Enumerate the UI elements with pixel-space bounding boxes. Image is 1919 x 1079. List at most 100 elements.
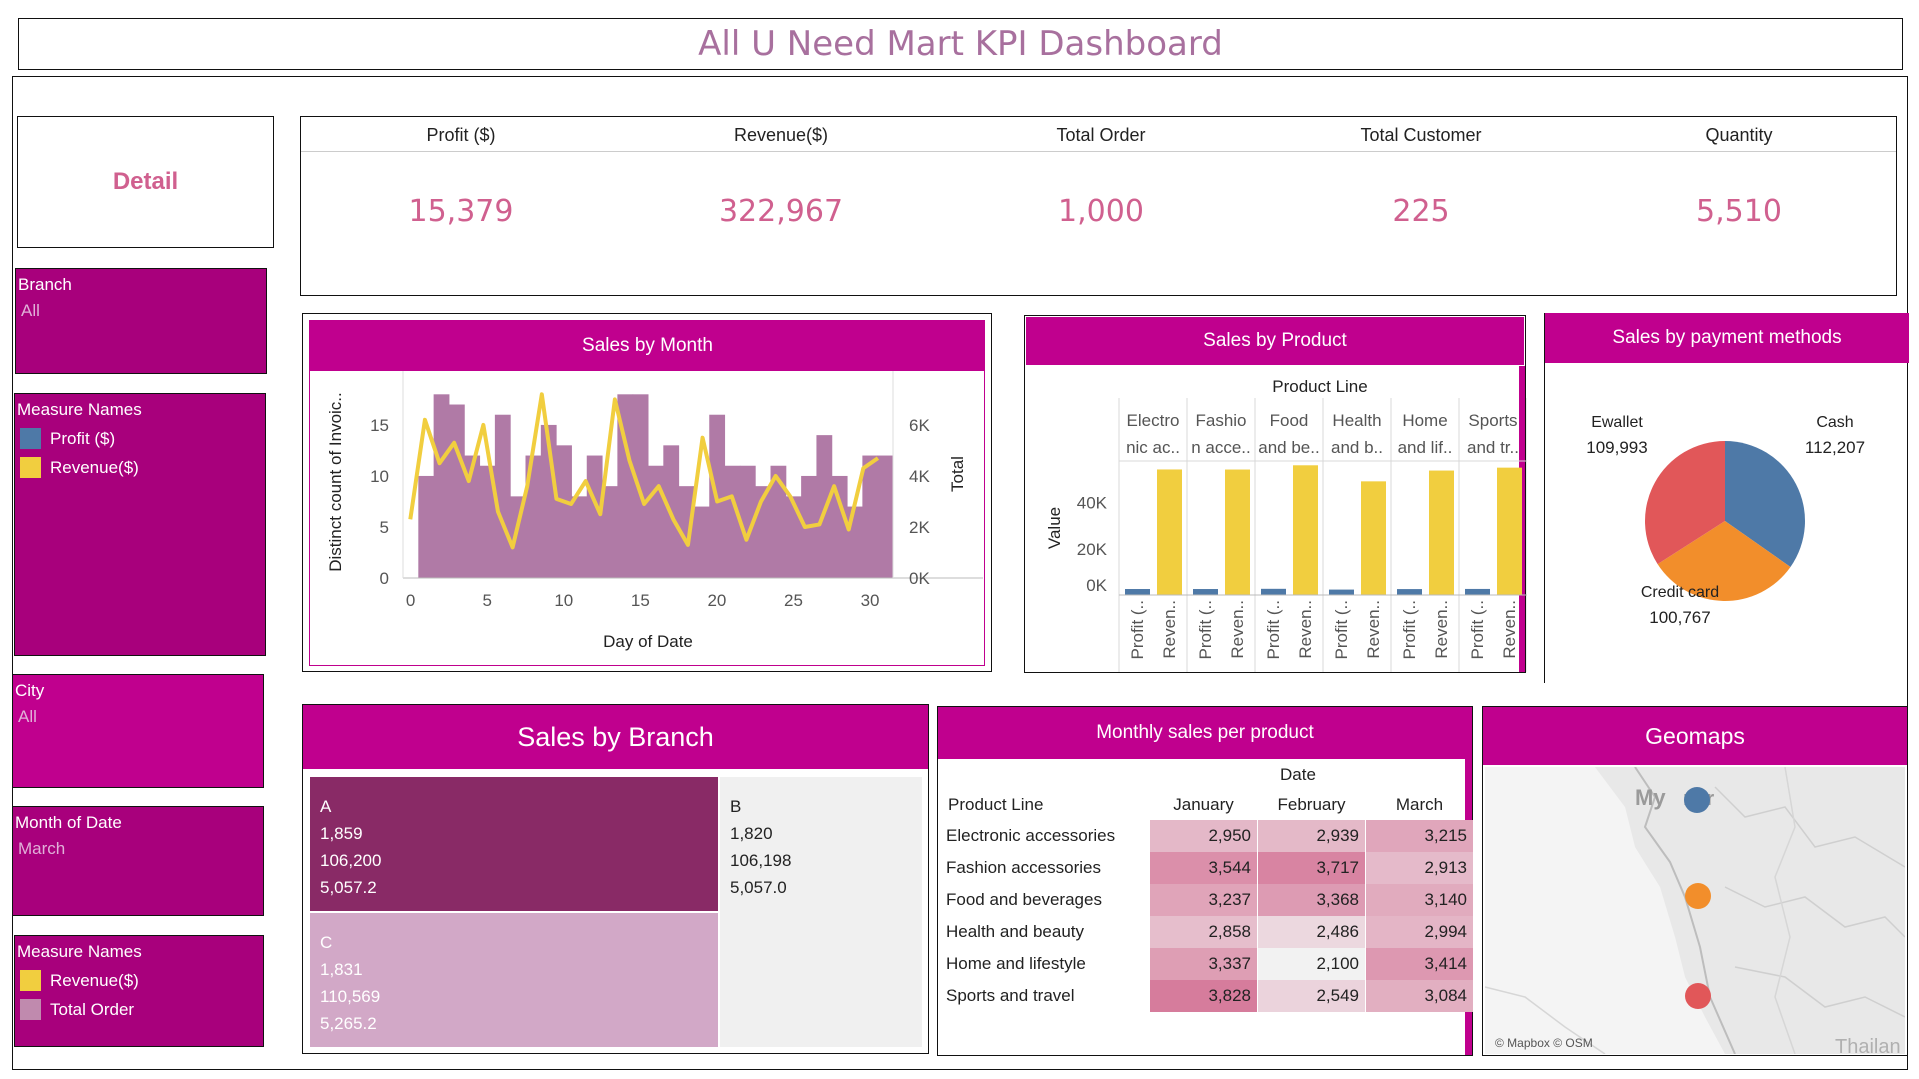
profit-bar[interactable] xyxy=(1397,589,1422,595)
measure-tick-label: Profit (.. xyxy=(1264,600,1283,660)
profit-bar[interactable] xyxy=(1329,589,1354,595)
profit-bar[interactable] xyxy=(1261,588,1286,595)
city-filter[interactable]: City All xyxy=(12,674,264,788)
legend2-item-total-order[interactable]: Total Order xyxy=(17,999,261,1020)
x-tick-label: 10 xyxy=(554,591,573,610)
y-tick-label: 15 xyxy=(370,416,389,435)
table-cell[interactable]: 2,950 xyxy=(1150,820,1257,852)
legend1-item-profit[interactable]: Profit ($) xyxy=(17,428,263,449)
month-filter-label: Month of Date xyxy=(15,813,122,832)
table-cell[interactable]: 2,994 xyxy=(1366,916,1473,948)
sales-month-bar[interactable] xyxy=(586,455,603,578)
revenue-bar[interactable] xyxy=(1361,481,1386,595)
x-tick-label: 15 xyxy=(631,591,650,610)
branch-filter[interactable]: Branch All xyxy=(15,268,267,374)
sales-month-bar[interactable] xyxy=(648,465,664,578)
legend1-item-revenue[interactable]: Revenue($) xyxy=(17,457,263,478)
month-filter-value[interactable]: March xyxy=(15,839,261,859)
table-cell[interactable]: 2,486 xyxy=(1258,916,1365,948)
kpi-value: 225 xyxy=(1392,194,1450,229)
treemap-cell-a[interactable]: A 1,859 106,200 5,057.2 xyxy=(310,777,718,911)
table-row-label: Sports and travel xyxy=(946,986,1075,1005)
pie-label: Credit card xyxy=(1641,584,1719,601)
table-cell[interactable]: 3,368 xyxy=(1258,884,1365,916)
sales-month-bar[interactable] xyxy=(632,394,649,578)
map-marker-blue[interactable] xyxy=(1684,787,1710,813)
sales-month-bar[interactable] xyxy=(785,496,802,578)
product-category-label: Health xyxy=(1332,411,1381,430)
measure-tick-label: Profit (.. xyxy=(1400,600,1419,660)
detail-button[interactable]: Detail xyxy=(17,116,274,248)
profit-bar[interactable] xyxy=(1193,589,1218,595)
revenue-bar[interactable] xyxy=(1497,467,1522,595)
measure-tick-label: Profit (.. xyxy=(1468,600,1487,660)
table-cell[interactable]: 2,913 xyxy=(1366,852,1473,884)
sales-by-month-chart: 0 5 10 15 20 25 30 0 5 10 15 0K 2K 4K 6K Day of Date Dis… xyxy=(326,371,983,651)
city-filter-value[interactable]: All xyxy=(15,707,261,727)
y-tick-label: 0K xyxy=(1086,576,1107,595)
profit-bar[interactable] xyxy=(1125,589,1150,595)
sales-month-bar[interactable] xyxy=(418,475,435,578)
table-cell[interactable]: 3,717 xyxy=(1258,852,1365,884)
kpi-label: Quantity xyxy=(1705,125,1773,145)
table-cell[interactable]: 3,544 xyxy=(1150,852,1257,884)
treemap-cell-b[interactable]: B 1,820 106,198 5,057.0 xyxy=(720,777,922,1047)
measure-tick-label: Reven.. xyxy=(1364,600,1383,659)
sales-month-bar[interactable] xyxy=(724,465,741,578)
month-filter[interactable]: Month of Date March xyxy=(12,806,264,916)
kpi-profit: Profit ($) 15,379 xyxy=(301,117,621,229)
legend1-title: Measure Names xyxy=(17,400,142,419)
kpi-panel: Profit ($) 15,379 Revenue($) 322,967 Tot… xyxy=(300,116,1897,296)
table-cell[interactable]: 3,414 xyxy=(1366,948,1473,980)
product-category-label: Sports xyxy=(1468,411,1517,430)
legend2-item-revenue[interactable]: Revenue($) xyxy=(17,970,261,991)
sales-month-bar[interactable] xyxy=(602,486,618,578)
product-line-row-header: Product Line xyxy=(948,795,1044,814)
table-cell[interactable]: 3,828 xyxy=(1150,980,1257,1012)
sales-month-bar[interactable] xyxy=(847,506,863,578)
product-category-label: and tr.. xyxy=(1467,438,1519,457)
sales-month-bar[interactable] xyxy=(556,445,572,578)
table-cell[interactable]: 2,100 xyxy=(1258,948,1365,980)
branch-filter-value[interactable]: All xyxy=(18,301,264,321)
revenue-bar[interactable] xyxy=(1429,470,1454,595)
y-tick-label: 20K xyxy=(1077,540,1108,559)
sales-month-bar[interactable] xyxy=(448,404,465,578)
treemap-cell-c[interactable]: C 1,831 110,569 5,265.2 xyxy=(310,913,718,1047)
table-cell[interactable]: 3,140 xyxy=(1366,884,1473,916)
revenue-bar[interactable] xyxy=(1157,469,1182,595)
x-tick-label: 30 xyxy=(861,591,880,610)
sales-month-bar[interactable] xyxy=(571,496,588,578)
table-cell[interactable]: 3,337 xyxy=(1150,948,1257,980)
y2-tick-label: 4K xyxy=(909,467,930,486)
table-cell[interactable]: 3,084 xyxy=(1366,980,1473,1012)
table-cell[interactable]: 2,549 xyxy=(1258,980,1365,1012)
sales-month-bar[interactable] xyxy=(877,455,894,578)
product-line-header: Product Line xyxy=(1272,377,1367,396)
sales-month-bar[interactable] xyxy=(433,394,450,578)
table-cell[interactable]: 2,939 xyxy=(1258,820,1365,852)
map-marker-red[interactable] xyxy=(1685,983,1711,1009)
table-cell[interactable]: 2,858 xyxy=(1150,916,1257,948)
dashboard-title: All U Need Mart KPI Dashboard xyxy=(698,24,1223,64)
y-axis-title: Value xyxy=(1045,507,1064,549)
pie-label: Cash xyxy=(1816,414,1853,431)
map-label-thailand: Thailan xyxy=(1835,1036,1901,1054)
measure-tick-label: Profit (.. xyxy=(1332,600,1351,660)
table-cell[interactable]: 3,237 xyxy=(1150,884,1257,916)
table-cell[interactable]: 3,215 xyxy=(1366,820,1473,852)
treemap-value: 5,057.0 xyxy=(730,878,787,897)
sales-month-bar[interactable] xyxy=(862,455,879,578)
revenue-bar[interactable] xyxy=(1225,469,1250,595)
sales-month-bar[interactable] xyxy=(693,506,710,578)
measure-tick-label: Reven.. xyxy=(1432,600,1451,659)
revenue-bar[interactable] xyxy=(1293,465,1318,595)
geomap-canvas[interactable]: My nar Thailan © Mapbox © OSM xyxy=(1485,767,1905,1054)
map-marker-orange[interactable] xyxy=(1685,883,1711,909)
table-row-label: Electronic accessories xyxy=(946,826,1116,845)
treemap-value: 5,265.2 xyxy=(320,1014,377,1033)
sales-by-payment-panel: Sales by payment methods Cash 112,207 Cred… xyxy=(1544,313,1909,683)
treemap-label: B xyxy=(730,797,742,816)
profit-bar[interactable] xyxy=(1465,588,1490,595)
map-label-my: My xyxy=(1635,785,1666,810)
